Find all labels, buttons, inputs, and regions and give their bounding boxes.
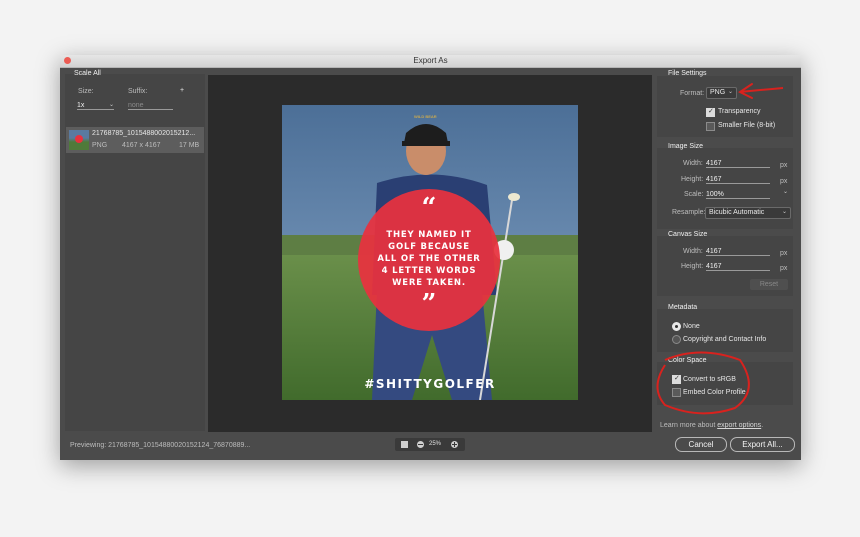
annotation-overlay	[656, 83, 784, 415]
red-circle-annotation	[656, 351, 750, 415]
